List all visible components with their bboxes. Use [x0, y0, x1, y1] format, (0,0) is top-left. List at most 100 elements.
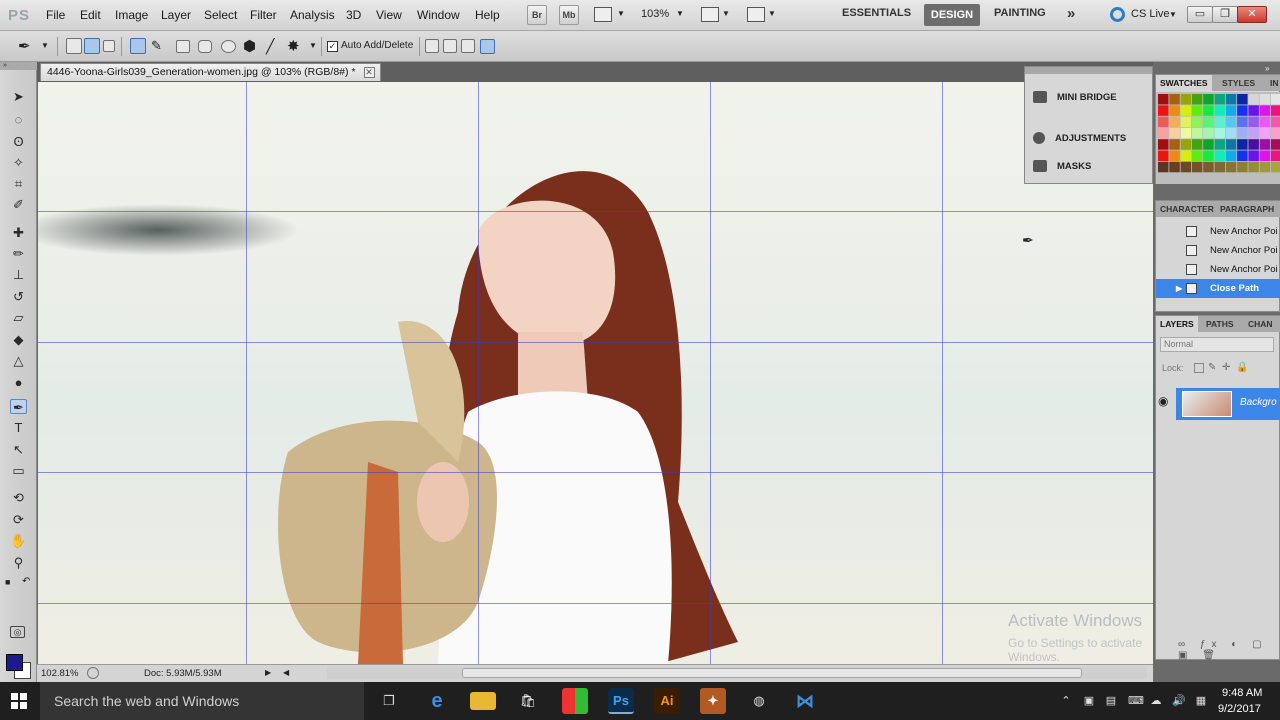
paths-mode-icon[interactable] [84, 38, 100, 54]
paint-bucket-tool-icon[interactable]: ◆ [10, 332, 27, 347]
color-swatch[interactable] [1259, 116, 1271, 128]
tray-monitor-icon[interactable]: ▤ [1105, 695, 1117, 707]
color-swatch[interactable] [1169, 116, 1180, 128]
shape-layers-icon[interactable] [66, 38, 82, 54]
color-swatch[interactable] [1248, 105, 1259, 116]
color-swatch[interactable] [1180, 94, 1192, 105]
history-step[interactable]: New Anchor Poi [1156, 241, 1280, 260]
path-selection-tool-icon[interactable]: ↖ [10, 442, 27, 457]
chevron-down-icon[interactable]: ▼ [676, 9, 684, 18]
shape-tool-icon[interactable]: ▭ [10, 463, 27, 478]
menu-analysis[interactable]: Analysis [290, 8, 335, 22]
menu-layer[interactable]: Layer [161, 8, 191, 22]
guide-horizontal[interactable] [38, 211, 1153, 212]
toolbox-collapse-icon[interactable]: » [0, 62, 37, 70]
color-swatch[interactable] [1191, 116, 1203, 128]
pen-icon[interactable] [130, 38, 146, 54]
scroll-left-icon[interactable]: ◀ [283, 668, 289, 677]
color-swatch[interactable] [1203, 161, 1214, 173]
lock-transparency-icon[interactable] [1194, 363, 1204, 373]
blur-tool-icon[interactable]: △ [10, 353, 27, 368]
zoom-level[interactable]: 103% [641, 8, 669, 20]
lasso-tool-icon[interactable]: ʘ [10, 134, 27, 149]
color-swatch[interactable] [1180, 116, 1192, 128]
layer-footer-icons[interactable]: ∞ ƒx ◐ ▢ ▣ 🗑 [1178, 639, 1279, 661]
menu-help[interactable]: Help [475, 8, 500, 22]
exclude-overlap-icon[interactable] [480, 39, 495, 54]
color-swatch[interactable] [1271, 161, 1280, 173]
tab-layers[interactable]: LAYERS [1156, 316, 1198, 332]
intersect-shape-icon[interactable] [461, 39, 475, 53]
menu-image[interactable]: Image [115, 8, 148, 22]
collapse-panels-icon[interactable]: » [1265, 64, 1269, 73]
color-swatch[interactable] [1180, 105, 1192, 116]
store-icon[interactable]: 🛍 [515, 688, 541, 714]
color-swatch[interactable] [1237, 105, 1248, 116]
color-swatch[interactable] [1225, 116, 1237, 128]
cs-live-label[interactable]: CS Live [1131, 8, 1170, 20]
color-swatch[interactable] [1191, 105, 1203, 116]
color-swatch[interactable] [1214, 139, 1226, 150]
default-colors-icon[interactable]: ■ [5, 577, 10, 587]
type-tool-icon[interactable]: T [10, 420, 27, 435]
onedrive-icon[interactable]: ☁ [1150, 695, 1162, 707]
guide-horizontal[interactable] [38, 603, 1153, 604]
swap-colors-icon[interactable]: ↶ [22, 576, 30, 587]
quick-selection-tool-icon[interactable]: ✧ [10, 155, 27, 170]
history-step[interactable]: New Anchor Poi [1156, 222, 1280, 241]
tab-styles[interactable]: STYLES [1218, 75, 1259, 91]
color-swatch[interactable] [1158, 161, 1169, 173]
rounded-rectangle-icon[interactable] [198, 40, 212, 53]
menu-select[interactable]: Select [204, 8, 237, 22]
color-swatch[interactable] [1259, 94, 1271, 105]
arrange-documents-icon[interactable] [701, 7, 719, 22]
color-swatch[interactable] [1248, 127, 1259, 139]
mini-bridge-button[interactable]: Mb [559, 5, 579, 25]
move-tool-icon[interactable]: ➤ [10, 89, 27, 104]
pen-tool-preset-icon[interactable]: ✒ [18, 37, 31, 55]
color-swatch[interactable] [1203, 105, 1214, 116]
menu-filter[interactable]: Filter [250, 8, 277, 22]
color-swatch[interactable] [1237, 139, 1248, 150]
hand-tool-icon[interactable]: ✋ [10, 533, 27, 548]
color-swatch[interactable] [1158, 139, 1169, 150]
color-swatch[interactable] [1169, 139, 1180, 150]
rectangle-icon[interactable] [176, 40, 190, 53]
color-swatch[interactable] [1214, 161, 1226, 173]
masks-panel-button[interactable]: MASKS [1033, 158, 1091, 176]
panel-grip[interactable] [1025, 67, 1152, 74]
color-swatch[interactable] [1158, 105, 1169, 116]
chevron-down-icon[interactable]: ▼ [617, 9, 625, 18]
action-center-icon[interactable]: ▦ [1195, 695, 1207, 707]
volume-icon[interactable]: 🔊 [1172, 695, 1186, 707]
color-swatch[interactable] [1237, 150, 1248, 162]
color-swatch[interactable] [1158, 127, 1169, 139]
zoom-readout[interactable]: 102.81% [41, 668, 79, 679]
color-swatch[interactable] [1259, 150, 1271, 162]
status-info-icon[interactable] [87, 667, 99, 679]
menu-3d[interactable]: 3D [346, 8, 361, 22]
lock-position-icon[interactable]: ✛ [1222, 362, 1230, 373]
tab-channels[interactable]: CHAN [1244, 316, 1277, 332]
view-extras-icon[interactable] [594, 7, 612, 22]
guide-vertical[interactable] [478, 82, 479, 664]
utility-app-icon[interactable]: ✦ [700, 688, 726, 714]
color-swatch[interactable] [1203, 127, 1214, 139]
history-brush-tool-icon[interactable]: ↺ [10, 289, 27, 304]
pen-tool-icon[interactable]: ✒ [10, 399, 27, 415]
chevron-down-icon[interactable]: ▼ [309, 41, 317, 50]
color-swatch[interactable] [1214, 150, 1226, 162]
menu-edit[interactable]: Edit [80, 8, 101, 22]
close-document-icon[interactable]: ✕ [363, 67, 375, 78]
edge-browser-icon[interactable]: e [424, 688, 450, 714]
chevron-down-icon[interactable]: ▼ [1169, 10, 1177, 19]
color-swatch[interactable] [1225, 127, 1237, 139]
color-swatch[interactable] [1169, 150, 1180, 162]
color-swatch[interactable] [1271, 116, 1280, 128]
workspace-essentials[interactable]: ESSENTIALS [842, 7, 911, 19]
canvas[interactable]: ✒ Activate Windows Go to Settings to act… [38, 82, 1153, 664]
color-swatch[interactable] [1271, 105, 1280, 116]
fill-pixels-icon[interactable] [103, 40, 115, 52]
color-swatch[interactable] [1158, 116, 1169, 128]
custom-shape-icon[interactable]: ✸ [287, 37, 300, 55]
